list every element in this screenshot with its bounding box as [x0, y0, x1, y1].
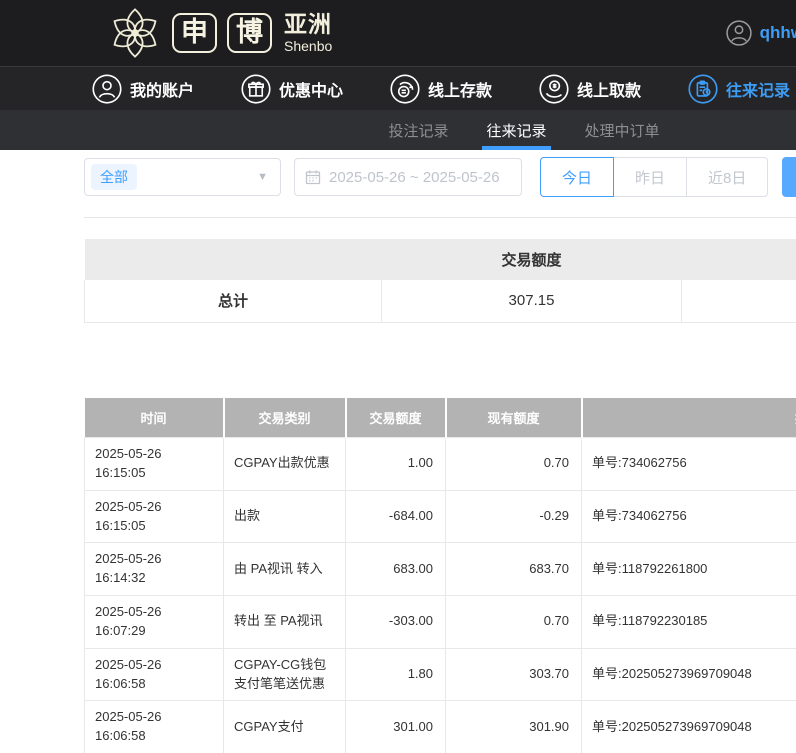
- nav-label: 我的账户: [130, 77, 194, 101]
- col-header-time: 时间: [85, 398, 224, 438]
- section-divider: [84, 217, 796, 218]
- tab-processing-orders[interactable]: 处理中订单: [585, 110, 660, 150]
- username-text[interactable]: qhhw: [760, 23, 796, 43]
- date-range-picker[interactable]: 2025-05-26 ~ 2025-05-26: [294, 158, 522, 196]
- cell-amount: 301.00: [346, 701, 446, 753]
- cell-time: 2025-05-26 16:14:32: [85, 543, 224, 596]
- col-header-type: 交易类别: [224, 398, 346, 438]
- tab-transaction-records[interactable]: 往来记录: [486, 110, 546, 150]
- cell-type: CGPAY-CG钱包支付笔笔送优惠: [224, 648, 346, 701]
- table-row: 2025-05-26 16:15:05CGPAY出款优惠1.000.70单号:7…: [85, 438, 796, 491]
- summary-total-value: 307.15: [382, 280, 682, 322]
- user-account-area[interactable]: qhhw: [726, 0, 796, 66]
- cell-summary: 单号:118792261800: [582, 543, 796, 596]
- cell-amount: 683.00: [346, 543, 446, 596]
- cell-amount: -303.00: [346, 596, 446, 649]
- table-row: 2025-05-26 16:06:58CGPAY-CG钱包支付笔笔送优惠1.80…: [85, 648, 796, 701]
- flower-logo-icon: [108, 6, 162, 60]
- summary-total-row: 总计 307.15: [85, 280, 796, 322]
- table-row: 2025-05-26 16:15:05出款-684.00-0.29单号:7340…: [85, 490, 796, 543]
- cell-time: 2025-05-26 16:06:58: [85, 701, 224, 753]
- cell-time: 2025-05-26 16:06:58: [85, 648, 224, 701]
- sub-nav: 投注记录 往来记录 处理中订单: [0, 110, 796, 150]
- cell-time: 2025-05-26 16:15:05: [85, 490, 224, 543]
- col-header-summary: 摘要: [582, 398, 796, 438]
- main-nav: 我的账户 优惠中心 线上存款 线上取款 往来记录: [0, 66, 796, 110]
- last-8-days-button[interactable]: 近8日: [686, 157, 768, 197]
- transaction-type-select[interactable]: 全部 ▼: [84, 158, 281, 196]
- nav-item-withdraw[interactable]: 线上取款: [539, 74, 641, 104]
- top-header: 申 博 亚洲 Shenbo qhhw: [0, 0, 796, 66]
- date-range-value: 2025-05-26 ~ 2025-05-26: [329, 169, 500, 186]
- summary-empty-cell: [682, 280, 796, 322]
- nav-label: 往来记录: [726, 77, 790, 101]
- summary-total-label: 总计: [85, 280, 382, 322]
- today-button[interactable]: 今日: [540, 157, 614, 197]
- cell-summary: 单号:118792230185: [582, 596, 796, 649]
- cell-summary: 单号:202505273969709048: [582, 701, 796, 753]
- cell-summary: 单号:202505273969709048: [582, 648, 796, 701]
- logo-suffix: 亚洲: [284, 13, 332, 36]
- logo-char-bo: 博: [227, 13, 272, 53]
- records-table: 时间 交易类别 交易额度 现有额度 摘要 2025-05-26 16:15:05…: [84, 398, 796, 753]
- logo-char-shen: 申: [172, 13, 217, 53]
- site-logo[interactable]: 申 博 亚洲 Shenbo: [108, 6, 332, 60]
- quick-date-buttons: 今日 昨日 近8日: [540, 157, 768, 197]
- logo-english: Shenbo: [284, 39, 332, 53]
- cell-balance: 303.70: [446, 648, 582, 701]
- table-row: 2025-05-26 16:06:58CGPAY支付301.00301.90单号…: [85, 701, 796, 753]
- records-icon: [688, 74, 718, 104]
- records-table-body: 2025-05-26 16:15:05CGPAY出款优惠1.000.70单号:7…: [85, 438, 796, 753]
- cell-balance: 0.70: [446, 596, 582, 649]
- nav-label: 优惠中心: [279, 77, 343, 101]
- summary-header-amount: 交易额度: [382, 239, 682, 280]
- cell-time: 2025-05-26 16:07:29: [85, 596, 224, 649]
- nav-item-deposit[interactable]: 线上存款: [390, 74, 492, 104]
- table-row: 2025-05-26 16:07:29转出 至 PA视讯-303.000.70单…: [85, 596, 796, 649]
- cell-balance: 301.90: [446, 701, 582, 753]
- account-icon: [92, 74, 122, 104]
- cell-type: 转出 至 PA视讯: [224, 596, 346, 649]
- cell-type: 由 PA视讯 转入: [224, 543, 346, 596]
- summary-header-empty2: [682, 239, 796, 280]
- user-avatar-icon: [726, 20, 752, 46]
- nav-item-promotions[interactable]: 优惠中心: [241, 74, 343, 104]
- cell-type: 出款: [224, 490, 346, 543]
- summary-table: 交易额度 总计 307.15: [84, 239, 796, 323]
- deposit-icon: [390, 74, 420, 104]
- cell-summary: 单号:734062756: [582, 490, 796, 543]
- col-header-balance: 现有额度: [446, 398, 582, 438]
- tab-betting-records[interactable]: 投注记录: [388, 110, 448, 150]
- cell-balance: -0.29: [446, 490, 582, 543]
- cell-amount: -684.00: [346, 490, 446, 543]
- nav-label: 线上取款: [577, 77, 641, 101]
- cell-amount: 1.00: [346, 438, 446, 491]
- records-section: 时间 交易类别 交易额度 现有额度 摘要 2025-05-26 16:15:05…: [84, 398, 796, 753]
- col-header-amount: 交易额度: [346, 398, 446, 438]
- summary-header-empty: [85, 239, 382, 280]
- selected-type-chip[interactable]: 全部: [91, 164, 137, 190]
- withdraw-icon: [539, 74, 569, 104]
- cell-type: CGPAY出款优惠: [224, 438, 346, 491]
- cell-summary: 单号:734062756: [582, 438, 796, 491]
- filter-row: 全部 ▼ 2025-05-26 ~ 2025-05-26 今日 昨日 近8日: [84, 158, 796, 198]
- nav-item-my-account[interactable]: 我的账户: [92, 74, 194, 104]
- gift-icon: [241, 74, 271, 104]
- table-row: 2025-05-26 16:14:32由 PA视讯 转入683.00683.70…: [85, 543, 796, 596]
- chevron-down-icon: ▼: [257, 171, 268, 183]
- calendar-icon: [305, 169, 321, 185]
- yesterday-button[interactable]: 昨日: [613, 157, 687, 197]
- cell-balance: 0.70: [446, 438, 582, 491]
- cell-amount: 1.80: [346, 648, 446, 701]
- cell-balance: 683.70: [446, 543, 582, 596]
- search-button[interactable]: [782, 157, 796, 197]
- cell-time: 2025-05-26 16:15:05: [85, 438, 224, 491]
- cell-type: CGPAY支付: [224, 701, 346, 753]
- nav-label: 线上存款: [428, 77, 492, 101]
- nav-item-transaction-records[interactable]: 往来记录: [688, 74, 790, 104]
- records-header-row: 时间 交易类别 交易额度 现有额度 摘要: [85, 398, 796, 438]
